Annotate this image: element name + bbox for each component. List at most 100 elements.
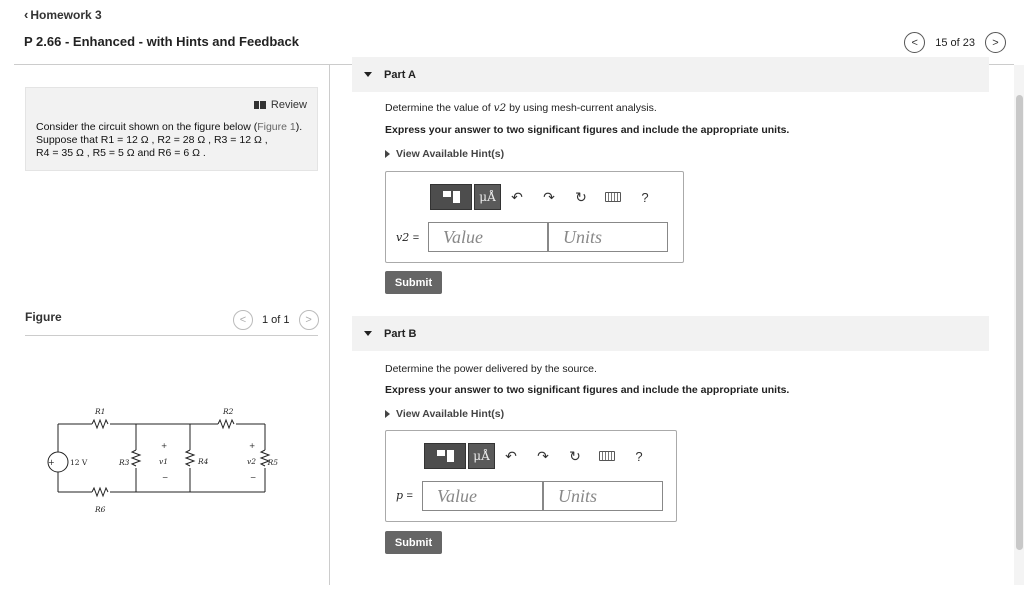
page-title: P 2.66 - Enhanced - with Hints and Feedb…: [24, 34, 299, 49]
part-b-toolbar: μÅ ↶ ↷ ↻ ?: [424, 443, 655, 469]
next-problem-button[interactable]: >: [985, 32, 1006, 53]
review-link[interactable]: Review: [253, 99, 307, 111]
figure-link[interactable]: Figure 1: [257, 121, 296, 133]
undo-button[interactable]: ↶: [501, 184, 533, 210]
undo-button[interactable]: ↶: [495, 443, 527, 469]
units-input[interactable]: Units: [543, 481, 663, 511]
chevron-right-icon: >: [992, 36, 999, 49]
keyboard-button[interactable]: [597, 184, 629, 210]
pager-text: 15 of 23: [935, 36, 975, 49]
templates-button[interactable]: [424, 443, 466, 469]
source-label: 12 V: [70, 458, 88, 467]
redo-button[interactable]: ↷: [533, 184, 565, 210]
svg-text:+: +: [48, 458, 55, 467]
part-a-submit-button[interactable]: Submit: [385, 271, 442, 294]
right-panel: Part A Determine the value of v2 by usin…: [330, 57, 1014, 590]
templates-icon: [436, 450, 454, 462]
redo-icon: ↷: [543, 188, 555, 205]
left-panel: Review Consider the circuit shown on the…: [0, 65, 329, 590]
reset-button[interactable]: ↻: [559, 443, 591, 469]
chevron-left-icon: ‹: [24, 7, 29, 22]
part-a-answer-box: μÅ ↶ ↷ ↻ ? v2 = Value Units: [385, 171, 684, 263]
label-v1: v1: [159, 457, 168, 466]
problem-line1-end: ).: [295, 121, 303, 133]
value-input[interactable]: Value: [428, 222, 548, 252]
part-b-var-label: p =: [396, 489, 413, 502]
part-b-hint-toggle[interactable]: View Available Hint(s): [385, 408, 504, 420]
resistor-r3: [130, 449, 142, 467]
part-b-submit-button[interactable]: Submit: [385, 531, 442, 554]
undo-icon: ↶: [511, 188, 523, 205]
problem-line2: Suppose that R1 = 12 Ω , R2 = 28 Ω , R3 …: [36, 134, 268, 146]
expand-triangle-icon: [385, 410, 390, 418]
figure-label: Figure: [25, 310, 62, 324]
redo-icon: ↷: [537, 447, 549, 464]
units-button[interactable]: μÅ: [468, 443, 495, 469]
part-a-hint-label: View Available Hint(s): [396, 148, 505, 160]
figure-divider: [25, 335, 318, 336]
problem-text: Consider the circuit shown on the figure…: [36, 121, 307, 160]
next-figure-button[interactable]: >: [298, 310, 319, 330]
units-button[interactable]: μÅ: [474, 184, 501, 210]
templates-button[interactable]: [430, 184, 472, 210]
label-r5: R5: [267, 458, 279, 467]
part-b-var: p: [396, 489, 404, 502]
problem-line1: Consider the circuit shown on the figure…: [36, 121, 258, 133]
review-label: Review: [270, 99, 307, 111]
keyboard-icon: [599, 451, 615, 461]
redo-button[interactable]: ↷: [527, 443, 559, 469]
resistor-r6: [91, 486, 109, 498]
units-input[interactable]: Units: [548, 222, 668, 252]
svg-text:+: +: [249, 441, 255, 450]
collapse-triangle-icon: [364, 72, 372, 77]
part-a-instruction: Express your answer to two significant f…: [385, 124, 790, 136]
label-r6: R6: [94, 505, 106, 514]
label-r4: R4: [197, 457, 209, 466]
part-a-question-post: by using mesh-current analysis.: [506, 102, 657, 114]
value-input[interactable]: Value: [422, 481, 543, 511]
resistor-r4: [184, 449, 196, 467]
collapse-triangle-icon: [364, 331, 372, 336]
back-label: Homework 3: [30, 7, 102, 22]
part-a-question: Determine the value of v2 by using mesh-…: [385, 102, 657, 114]
book-icon: [253, 101, 266, 109]
scrollbar[interactable]: [1014, 65, 1024, 585]
keyboard-icon: [605, 192, 621, 202]
svg-text:+: +: [161, 441, 167, 450]
svg-text:−: −: [162, 473, 168, 482]
part-a-toolbar: μÅ ↶ ↷ ↻ ?: [430, 184, 661, 210]
part-b-instruction: Express your answer to two significant f…: [385, 384, 790, 396]
part-a-header[interactable]: Part A: [352, 57, 989, 92]
part-a-question-var: v2: [493, 102, 507, 114]
part-b-hint-label: View Available Hint(s): [396, 408, 505, 420]
chevron-left-icon: <: [911, 36, 918, 49]
keyboard-button[interactable]: [591, 443, 623, 469]
part-b-header[interactable]: Part B: [352, 316, 989, 351]
previous-problem-button[interactable]: <: [904, 32, 926, 53]
part-b-eq: =: [406, 490, 413, 502]
part-a-eq: =: [412, 232, 420, 244]
svg-text:−: −: [250, 473, 256, 482]
reset-button[interactable]: ↻: [565, 184, 597, 210]
figure-pager-text: 1 of 1: [262, 314, 290, 326]
chevron-right-icon: >: [305, 314, 312, 326]
part-a-var-label: v2 =: [396, 231, 419, 244]
resistor-r2: [217, 418, 235, 430]
label-r1: R1: [94, 407, 105, 416]
label-r2: R2: [222, 407, 234, 416]
help-button[interactable]: ?: [623, 443, 655, 469]
expand-triangle-icon: [385, 150, 390, 158]
figure-pager: < 1 of 1 >: [233, 310, 319, 330]
problem-statement: Review Consider the circuit shown on the…: [25, 87, 318, 171]
part-a-hint-toggle[interactable]: View Available Hint(s): [385, 148, 504, 160]
label-r3: R3: [118, 458, 130, 467]
part-b-title: Part B: [384, 327, 417, 340]
part-a-question-pre: Determine the value of: [385, 102, 494, 114]
previous-figure-button[interactable]: <: [233, 310, 253, 330]
part-a-title: Part A: [384, 68, 416, 81]
back-link[interactable]: ‹ Homework 3: [24, 7, 102, 22]
help-button[interactable]: ?: [629, 184, 661, 210]
reset-icon: ↻: [575, 188, 587, 205]
scrollbar-thumb[interactable]: [1016, 95, 1023, 550]
templates-icon: [442, 191, 460, 203]
